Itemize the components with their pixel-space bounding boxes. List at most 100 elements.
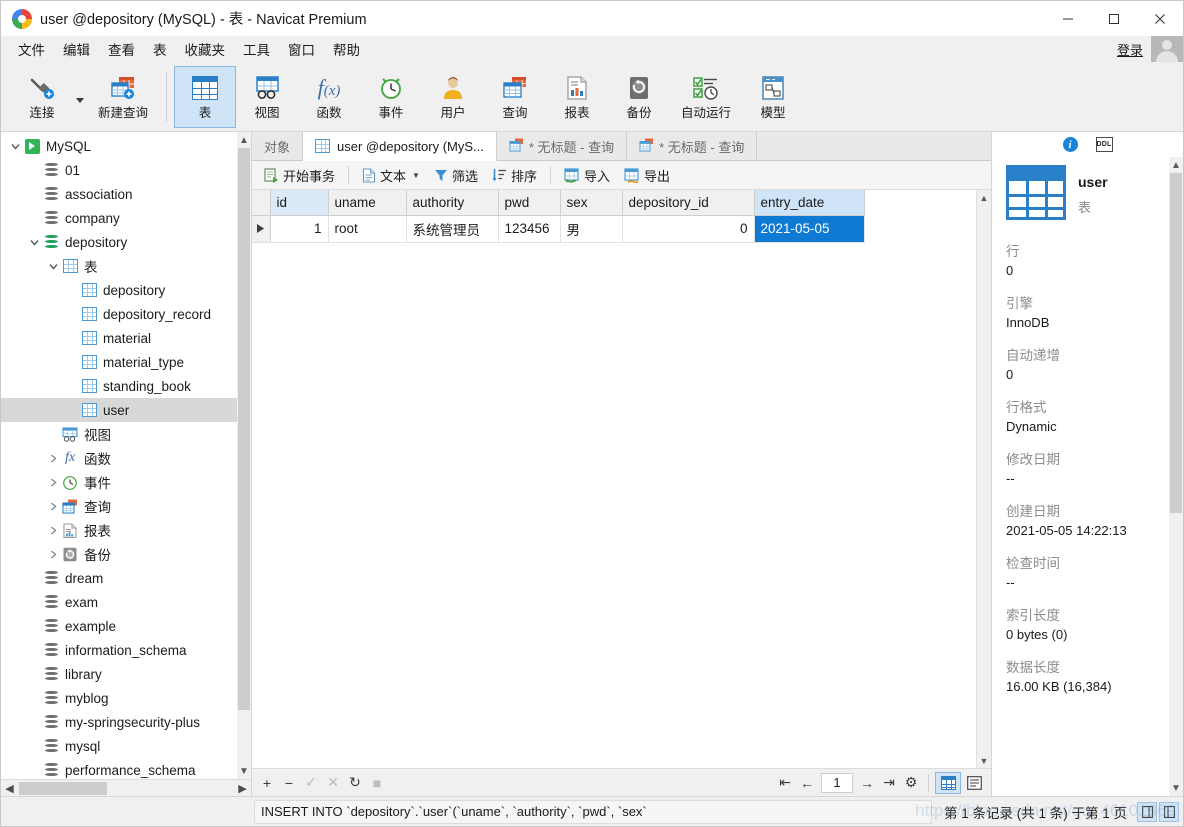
info-panel-scrollbar[interactable]: ▲ ▼	[1169, 157, 1183, 796]
grid-vertical-scrollbar[interactable]: ▲ ▼	[976, 190, 991, 768]
scroll-up-arrow[interactable]: ▲	[237, 132, 251, 148]
sort-button[interactable]: 排序	[486, 163, 543, 188]
toolbar-model[interactable]: 模型	[742, 66, 804, 128]
panel-toggle-right-button[interactable]	[1159, 801, 1179, 822]
refresh-button[interactable]: ↻	[344, 772, 366, 794]
nav-last-button[interactable]: ⇥	[878, 772, 900, 794]
grid-cell-pwd[interactable]: 123456	[498, 215, 561, 243]
scroll-thumb[interactable]	[238, 148, 250, 710]
toolbar-event[interactable]: 事件	[360, 66, 422, 128]
tree-node--[interactable]: 视图	[1, 422, 251, 446]
grid-column-header-pwd[interactable]: pwd	[498, 190, 561, 216]
tree-node-company[interactable]: company	[1, 206, 251, 230]
grid-scroll-down[interactable]: ▼	[977, 753, 992, 768]
toolbar-connection[interactable]: 连接	[11, 66, 73, 128]
tree-node--[interactable]: fx 函数	[1, 446, 251, 470]
tree-node-library[interactable]: library	[1, 662, 251, 686]
grid-view-toggle[interactable]	[935, 771, 961, 794]
toolbar-table[interactable]: 表	[174, 65, 236, 128]
grid-cell-uname[interactable]: root	[328, 215, 407, 243]
tree-node--[interactable]: 备份	[1, 542, 251, 566]
nav-first-button[interactable]: ⇤	[774, 772, 796, 794]
info-scroll-down[interactable]: ▼	[1169, 780, 1183, 796]
tree-node-depository[interactable]: depository	[1, 278, 251, 302]
ddl-button[interactable]: DDL	[1095, 137, 1113, 152]
grid-settings-button[interactable]: ⚙	[900, 772, 922, 794]
toolbar-automation[interactable]: 自动运行	[670, 66, 742, 128]
grid-cell-sex[interactable]: 男	[560, 215, 623, 243]
grid-column-header-uname[interactable]: uname	[328, 190, 407, 216]
import-button[interactable]: 导入	[558, 163, 616, 188]
tree-node-performance-schema[interactable]: performance_schema	[1, 758, 251, 779]
info-scroll-thumb[interactable]	[1170, 173, 1182, 513]
tree-node-example[interactable]: example	[1, 614, 251, 638]
toolbar-function[interactable]: f(x) 函数	[298, 66, 360, 128]
grid-cell-depository_id[interactable]: 0	[622, 215, 755, 243]
toolbar-backup[interactable]: 备份	[608, 66, 670, 128]
tree-node--[interactable]: 事件	[1, 470, 251, 494]
chevron-down-icon[interactable]	[45, 263, 61, 270]
hscroll-thumb[interactable]	[19, 781, 107, 795]
cancel-changes-button[interactable]: ✕	[322, 772, 344, 794]
tree-node-standing-book[interactable]: standing_book	[1, 374, 251, 398]
connection-dropdown-caret[interactable]	[73, 77, 87, 117]
tab-table-data[interactable]: user @depository (MyS...	[303, 132, 497, 161]
tree-node-myblog[interactable]: myblog	[1, 686, 251, 710]
nav-next-button[interactable]: →	[856, 772, 878, 794]
menu-item-favorites[interactable]: 收藏夹	[176, 36, 235, 62]
tree-node--[interactable]: 表	[1, 254, 251, 278]
grid-column-header-id[interactable]: id	[270, 190, 329, 216]
grid-column-header-depository_id[interactable]: depository_id	[622, 190, 755, 216]
menu-item-view[interactable]: 查看	[99, 36, 144, 62]
tree-node-my-springsecurity-plus[interactable]: my-springsecurity-plus	[1, 710, 251, 734]
toolbar-view[interactable]: 视图	[236, 66, 298, 128]
begin-transaction-button[interactable]: 开始事务	[258, 163, 341, 188]
hscroll-left-arrow[interactable]: ◀	[1, 780, 18, 797]
tab-objects[interactable]: 对象	[252, 132, 304, 160]
grid-cell-entry_date[interactable]: 2021-05-05	[754, 215, 865, 243]
nav-prev-button[interactable]: ←	[796, 772, 818, 794]
table-row[interactable]: 1 root 系统管理员 123456 男 0 2021-05-05	[252, 215, 865, 243]
chevron-right-icon[interactable]	[45, 453, 61, 463]
menu-item-file[interactable]: 文件	[9, 36, 54, 62]
chevron-right-icon[interactable]	[45, 501, 61, 511]
tree-node-material-type[interactable]: material_type	[1, 350, 251, 374]
page-number-input[interactable]: 1	[821, 772, 853, 793]
menu-item-tools[interactable]: 工具	[234, 36, 279, 62]
database-tree[interactable]: MySQL 01 association company depository 表 depo…	[1, 132, 251, 779]
menu-item-edit[interactable]: 编辑	[54, 36, 99, 62]
tree-node-exam[interactable]: exam	[1, 590, 251, 614]
hscroll-right-arrow[interactable]: ▶	[234, 780, 251, 797]
toolbar-new-query[interactable]: 新建查询	[87, 66, 159, 128]
chevron-down-icon[interactable]	[26, 239, 42, 246]
text-caret-icon[interactable]: ▼	[412, 171, 420, 180]
sidebar-vertical-scrollbar[interactable]: ▲ ▼	[237, 132, 251, 779]
text-button[interactable]: 文本 ▼	[356, 163, 426, 188]
form-view-toggle[interactable]	[961, 772, 987, 794]
tree-node-association[interactable]: association	[1, 182, 251, 206]
tree-node-mysql[interactable]: mysql	[1, 734, 251, 758]
menu-item-help[interactable]: 帮助	[324, 36, 369, 62]
toolbar-user[interactable]: 用户	[422, 66, 484, 128]
toolbar-query[interactable]: 查询	[484, 66, 546, 128]
tab-query-2[interactable]: * 无标题 - 查询	[496, 132, 628, 160]
menu-item-table[interactable]: 表	[144, 36, 176, 62]
grid-cell-authority[interactable]: 系统管理员	[406, 215, 499, 243]
tree-node-depository[interactable]: depository	[1, 230, 251, 254]
data-grid[interactable]: id uname authority pwd sex depository_id entry…	[252, 190, 865, 243]
minimize-button[interactable]	[1045, 1, 1091, 36]
tree-node--[interactable]: 报表	[1, 518, 251, 542]
apply-changes-button[interactable]: ✓	[300, 772, 322, 794]
sidebar-horizontal-scrollbar[interactable]: ◀ ▶	[1, 779, 251, 796]
info-scroll-up[interactable]: ▲	[1169, 157, 1183, 173]
filter-button[interactable]: 筛选	[428, 163, 484, 188]
scroll-down-arrow[interactable]: ▼	[237, 763, 251, 779]
chevron-down-icon[interactable]	[7, 143, 23, 150]
grid-scroll-up[interactable]: ▲	[977, 190, 992, 205]
info-icon[interactable]: i	[1062, 137, 1078, 152]
avatar[interactable]	[1151, 36, 1183, 62]
add-record-button[interactable]: +	[256, 772, 278, 794]
menu-item-window[interactable]: 窗口	[279, 36, 324, 62]
data-grid-area[interactable]: id uname authority pwd sex depository_id entry…	[252, 190, 976, 768]
stop-button[interactable]: ■	[366, 772, 388, 794]
